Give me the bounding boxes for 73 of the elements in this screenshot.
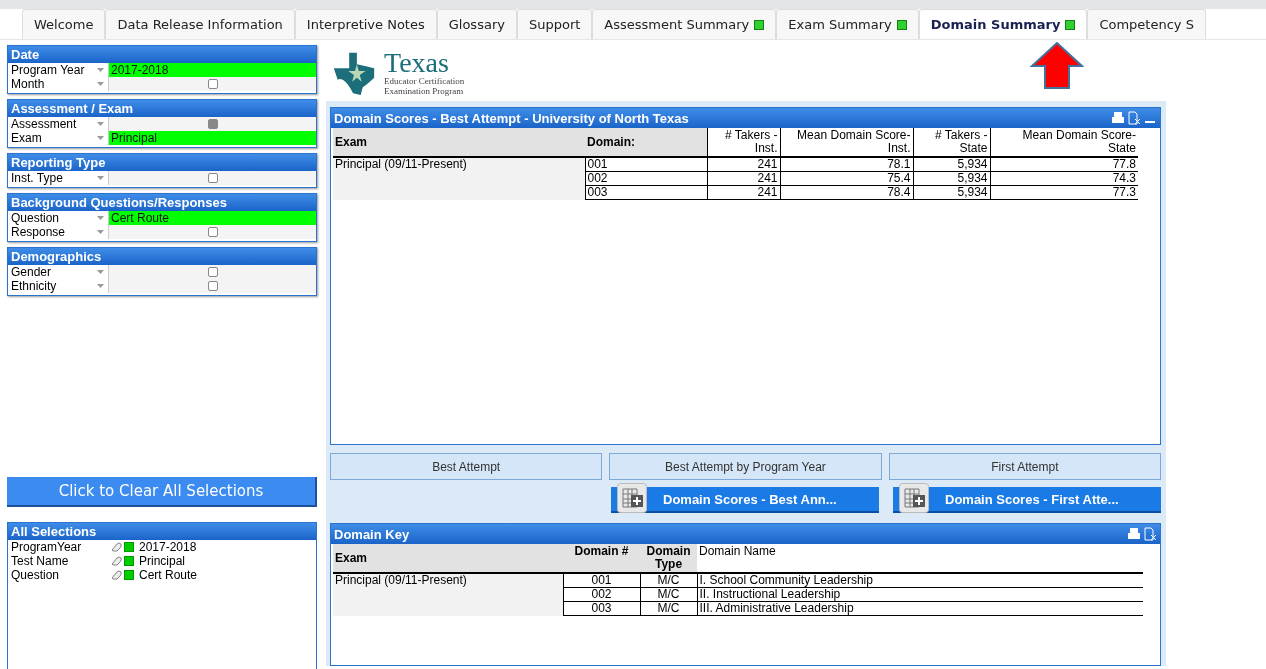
dropdown-arrow-icon[interactable] bbox=[97, 68, 104, 72]
filter-label: Program Year bbox=[10, 63, 86, 77]
filter-label: Response bbox=[10, 225, 67, 239]
selection-field: Question bbox=[8, 568, 111, 582]
arrow-icon bbox=[1030, 42, 1084, 90]
eraser-icon[interactable] bbox=[111, 556, 123, 566]
panel-title: Domain Scores - Best Attempt - University of North Texas bbox=[334, 110, 689, 126]
selection-field: ProgramYear bbox=[8, 540, 111, 554]
filter-value[interactable]: Cert Route bbox=[108, 211, 316, 225]
selection-value: Cert Route bbox=[139, 568, 198, 582]
print-icon[interactable] bbox=[1111, 111, 1125, 125]
panel-title: Background Questions/Responses bbox=[8, 194, 316, 211]
panel-title: Reporting Type bbox=[8, 154, 316, 171]
panel-title: Domain Key bbox=[334, 526, 410, 542]
table-add-icon[interactable] bbox=[899, 483, 929, 513]
logo-subtitle: Educator Certification bbox=[384, 76, 465, 86]
tab[interactable]: Data Release Information bbox=[105, 9, 295, 39]
dropdown-arrow-icon[interactable] bbox=[97, 216, 104, 220]
column-header: Mean Domain Score- Inst. bbox=[780, 128, 913, 157]
dropdown-arrow-icon[interactable] bbox=[97, 82, 104, 86]
tab[interactable]: Competency S bbox=[1087, 9, 1206, 39]
panel-title: All Selections bbox=[8, 523, 316, 540]
tab[interactable]: Support bbox=[516, 9, 593, 39]
view-button[interactable]: First Attempt bbox=[888, 453, 1161, 480]
dropdown-arrow-icon[interactable] bbox=[97, 270, 104, 274]
filter-label: Month bbox=[10, 77, 46, 91]
logo-subtitle: Examination Program bbox=[384, 86, 465, 96]
excel-export-icon[interactable] bbox=[1143, 527, 1157, 541]
filter-value[interactable] bbox=[108, 117, 316, 131]
column-header: # Takers - Inst. bbox=[707, 128, 780, 157]
tab[interactable]: Welcome bbox=[22, 9, 106, 39]
filter-label: Exam bbox=[10, 131, 43, 145]
tab[interactable]: Exam Summary bbox=[776, 9, 919, 39]
column-header: Domain Name bbox=[697, 544, 1143, 573]
print-icon[interactable] bbox=[1127, 527, 1141, 541]
selection-value: 2017-2018 bbox=[139, 540, 197, 554]
table-cell: Principal (09/11-Present) bbox=[333, 573, 563, 616]
dropdown-arrow-icon[interactable] bbox=[97, 136, 104, 140]
dropdown-arrow-icon[interactable] bbox=[97, 230, 104, 234]
filter-label: Gender bbox=[10, 265, 53, 279]
dropdown-arrow-icon[interactable] bbox=[97, 122, 104, 126]
panel-title: Demographics bbox=[8, 248, 316, 265]
column-header: Domain # bbox=[563, 544, 640, 573]
column-header: # Takers - State bbox=[913, 128, 990, 157]
table-add-icon[interactable] bbox=[617, 483, 647, 513]
eraser-icon[interactable] bbox=[111, 542, 123, 552]
table-cell: Principal (09/11-Present) bbox=[333, 157, 585, 200]
eraser-icon[interactable] bbox=[111, 570, 123, 580]
filter-value[interactable]: Principal bbox=[108, 131, 316, 145]
tab[interactable]: Assessment Summary bbox=[592, 9, 777, 39]
logo-title: Texas bbox=[384, 50, 450, 76]
column-header: Domain Type bbox=[640, 544, 697, 573]
panel-title: Date bbox=[8, 46, 316, 63]
filter-label: Inst. Type bbox=[10, 171, 64, 185]
panel-title: Assessment / Exam bbox=[8, 100, 316, 117]
filter-value[interactable]: 2017-2018 bbox=[108, 63, 316, 77]
excel-export-icon[interactable] bbox=[1127, 111, 1141, 125]
selection-field: Test Name bbox=[8, 554, 111, 568]
tab[interactable]: Glossary bbox=[436, 9, 517, 39]
selection-value: Principal bbox=[139, 554, 186, 568]
tab[interactable]: Interpretive Notes bbox=[294, 9, 437, 39]
view-button[interactable]: Best Attempt bbox=[330, 453, 603, 480]
dropdown-arrow-icon[interactable] bbox=[97, 176, 104, 180]
column-header: Mean Domain Score- State bbox=[990, 128, 1138, 157]
dropdown-arrow-icon[interactable] bbox=[97, 284, 104, 288]
column-header: Exam bbox=[333, 128, 585, 157]
view-button[interactable]: Best Attempt by Program Year bbox=[609, 453, 882, 480]
filter-label: Ethnicity bbox=[10, 279, 58, 293]
column-header: Domain: bbox=[585, 128, 707, 157]
filter-label: Question bbox=[10, 211, 61, 225]
tab[interactable]: Domain Summary bbox=[918, 9, 1088, 39]
filter-label: Assessment bbox=[10, 117, 78, 131]
column-header: Exam bbox=[333, 544, 563, 573]
